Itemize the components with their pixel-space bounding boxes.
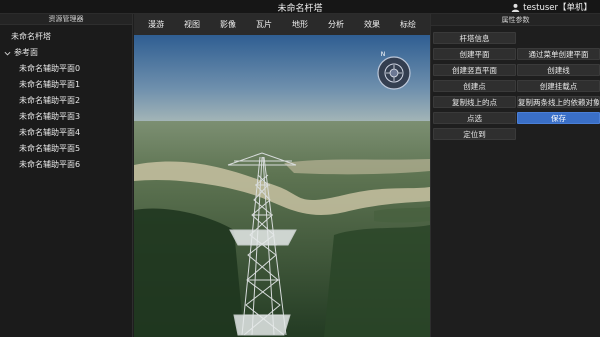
pick-point-button[interactable]: 点选 [433,112,516,124]
tree-item-plane-6[interactable]: 未命名辅助平面6 [0,157,132,173]
menu-imagery[interactable]: 影像 [217,17,239,32]
tree-item-label: 未命名辅助平面6 [19,160,81,169]
tree-item-plane-3[interactable]: 未命名辅助平面3 [0,109,132,125]
tree-item-plane-4[interactable]: 未命名辅助平面4 [0,125,132,141]
3d-scene[interactable]: N [134,35,430,337]
copy-dependent-objects-button[interactable]: 复制两条线上的依赖对象 [517,96,600,108]
tree-item-plane-5[interactable]: 未命名辅助平面5 [0,141,132,157]
title-bar: 未命名杆塔 testuser【单机】 [0,0,600,14]
tree-item-label: 参考面 [14,48,38,57]
user-icon [511,3,520,12]
app-title: 未命名杆塔 [277,4,323,14]
tree-item-reference-planes[interactable]: 参考面 [0,45,132,61]
tree-item-tower[interactable]: 未命名杆塔 [0,29,132,45]
create-mount-point-button[interactable]: 创建挂载点 [517,80,600,92]
sandbar [284,159,430,175]
resource-tree: 未命名杆塔 参考面 未命名辅助平面0 未命名辅助平面1 未命名辅助平面2 未命名… [0,25,132,173]
create-vertical-plane-button[interactable]: 创建竖直平面 [433,64,516,76]
tree-item-label: 未命名辅助平面1 [19,80,81,89]
tree-item-label: 未命名杆塔 [11,32,51,41]
3d-viewer[interactable]: 漫游 视图 影像 瓦片 地形 分析 效果 标绘 N [134,14,430,337]
tree-item-plane-2[interactable]: 未命名辅助平面2 [0,93,132,109]
property-panel: 属性参数 杆塔信息 创建平面 通过菜单创建平面 创建竖直平面 创建线 创建点 创… [430,14,600,337]
create-point-button[interactable]: 创建点 [433,80,516,92]
copy-point-on-line-button[interactable]: 复制线上的点 [433,96,516,108]
create-plane-button[interactable]: 创建平面 [433,48,516,60]
menu-roam[interactable]: 漫游 [145,17,167,32]
tree-item-label: 未命名辅助平面3 [19,112,81,121]
save-button[interactable]: 保存 [517,112,600,124]
resource-explorer: 资源管理器 未命名杆塔 参考面 未命名辅助平面0 未命名辅助平面1 未命名辅助平… [0,14,133,337]
user-info[interactable]: testuser【单机】 [511,1,592,13]
menu-plotting[interactable]: 标绘 [397,17,419,32]
forest-left [134,208,244,337]
create-plane-via-menu-button[interactable]: 通过菜单创建平面 [517,48,600,60]
menu-effects[interactable]: 效果 [361,17,383,32]
menu-analysis[interactable]: 分析 [325,17,347,32]
tree-item-label: 未命名辅助平面0 [19,64,81,73]
menu-terrain[interactable]: 地形 [289,17,311,32]
chevron-down-icon[interactable] [4,50,11,57]
explorer-header: 资源管理器 [0,14,132,25]
tree-item-label: 未命名辅助平面4 [19,128,81,137]
compass-north-label: N [381,51,386,58]
compass-center-icon[interactable] [389,68,399,78]
tree-item-plane-1[interactable]: 未命名辅助平面1 [0,77,132,93]
user-name: testuser【单机】 [523,3,592,13]
viewer-menu: 漫游 视图 影像 瓦片 地形 分析 效果 标绘 [134,14,430,35]
tree-item-plane-0[interactable]: 未命名辅助平面0 [0,61,132,77]
forest-right [324,225,430,337]
property-buttons: 杆塔信息 创建平面 通过菜单创建平面 创建竖直平面 创建线 创建点 创建挂载点 … [431,14,600,154]
locate-button[interactable]: 定位到 [433,128,516,140]
menu-view[interactable]: 视图 [181,17,203,32]
create-line-button[interactable]: 创建线 [517,64,600,76]
tree-item-label: 未命名辅助平面2 [19,96,81,105]
tower-info-button[interactable]: 杆塔信息 [433,32,516,44]
menu-tiles[interactable]: 瓦片 [253,17,275,32]
tree-item-label: 未命名辅助平面5 [19,144,81,153]
